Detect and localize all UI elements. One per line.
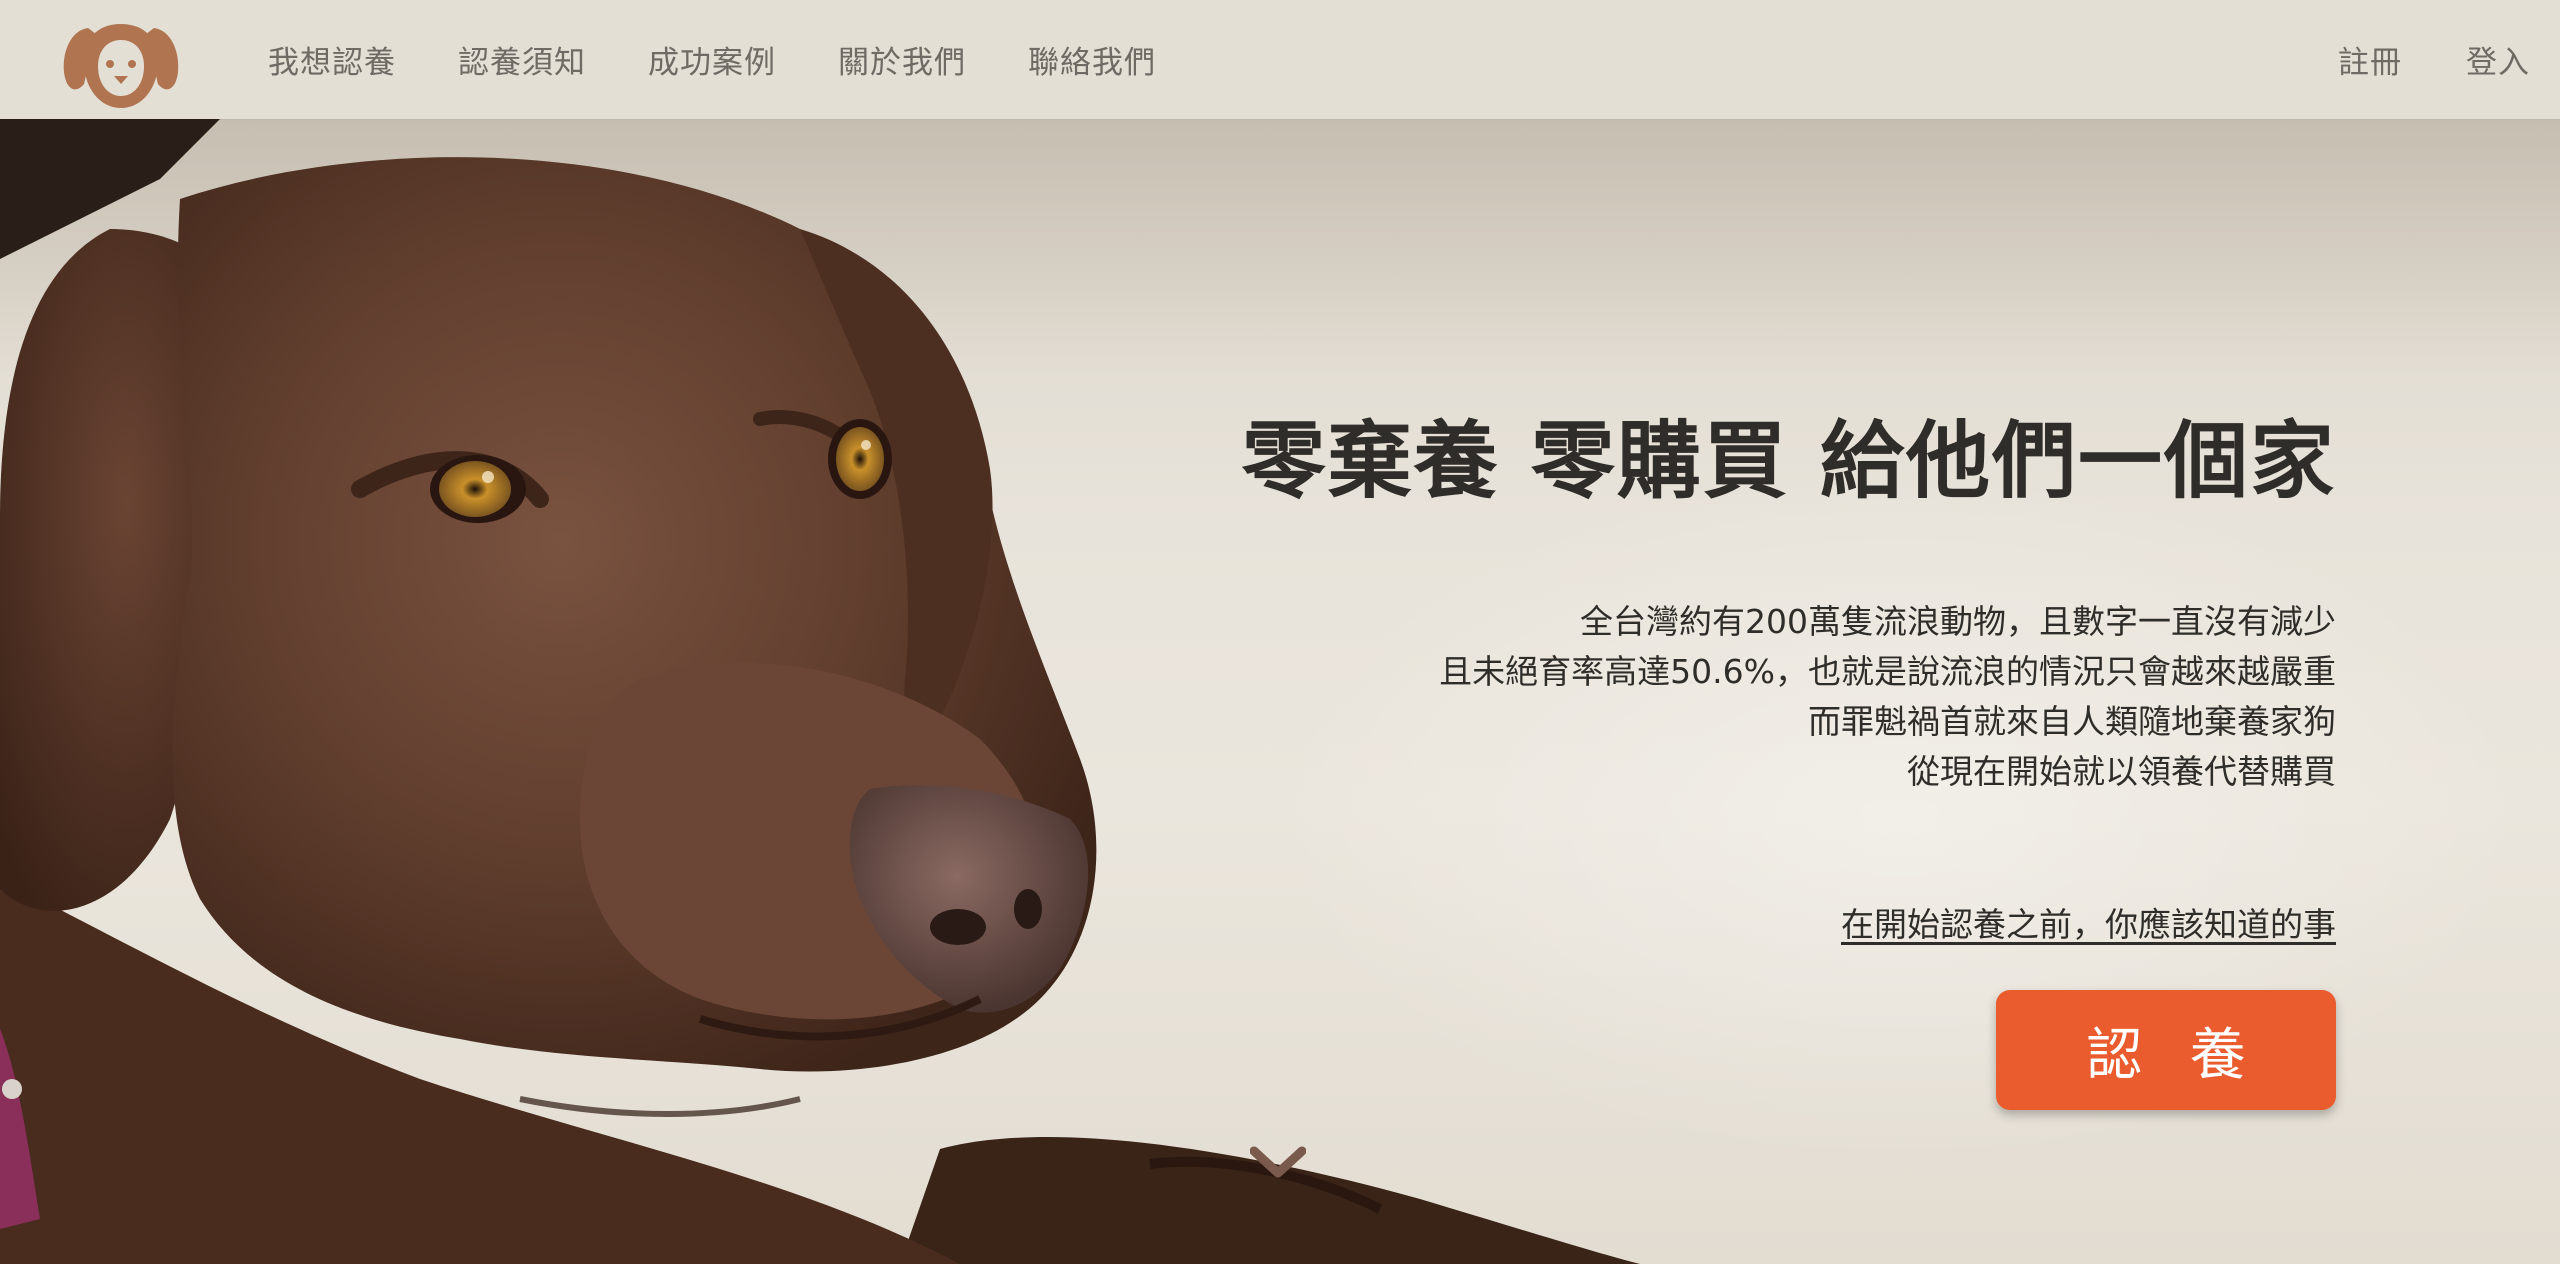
- top-navbar: 我想認養 認養須知 成功案例 關於我們 聯絡我們 註冊 登入: [0, 0, 2560, 119]
- adopt-button-label: 認 養: [2086, 1022, 2262, 1086]
- register-link[interactable]: 註冊: [2338, 37, 2402, 82]
- hero-description-line: 全台灣約有200萬隻流浪動物，且數字一直沒有減少: [1580, 602, 2336, 641]
- chevron-down-icon[interactable]: [1250, 1145, 1306, 1181]
- nav-item-adoption-guide[interactable]: 認養須知: [458, 37, 586, 82]
- hero-section: 零棄養 零購買 給他們一個家 全台灣約有200萬隻流浪動物，且數字一直沒有減少 …: [0, 119, 2560, 1264]
- adopt-button[interactable]: 認 養: [1996, 990, 2336, 1110]
- nav-item-success-stories[interactable]: 成功案例: [648, 37, 776, 82]
- adoption-guide-link[interactable]: 在開始認養之前，你應該知道的事: [1841, 898, 2336, 946]
- page: 我想認養 認養須知 成功案例 關於我們 聯絡我們 註冊 登入 零棄養 零購買 給…: [0, 0, 2560, 1264]
- hero-description-line: 從現在開始就以領養代替購買: [1907, 752, 2336, 791]
- nav-item-adopt[interactable]: 我想認養: [268, 37, 396, 82]
- auth-links: 註冊 登入: [2338, 0, 2560, 119]
- hero-title: 零棄養 零購買 給他們一個家: [1241, 412, 2336, 510]
- nav-item-about-us[interactable]: 關於我們: [838, 37, 966, 82]
- hero-description-line: 而罪魁禍首就來自人類隨地棄養家狗: [1808, 702, 2336, 741]
- nav-item-contact-us[interactable]: 聯絡我們: [1028, 37, 1156, 82]
- hero-description-line: 且未絕育率高達50.6%，也就是說流浪的情況只會越來越嚴重: [1439, 652, 2336, 691]
- hero-description: 全台灣約有200萬隻流浪動物，且數字一直沒有減少 且未絕育率高達50.6%，也就…: [1439, 597, 2336, 797]
- main-nav: 我想認養 認養須知 成功案例 關於我們 聯絡我們: [268, 0, 1218, 119]
- login-link[interactable]: 登入: [2466, 37, 2530, 82]
- dog-logo-icon[interactable]: [58, 10, 184, 114]
